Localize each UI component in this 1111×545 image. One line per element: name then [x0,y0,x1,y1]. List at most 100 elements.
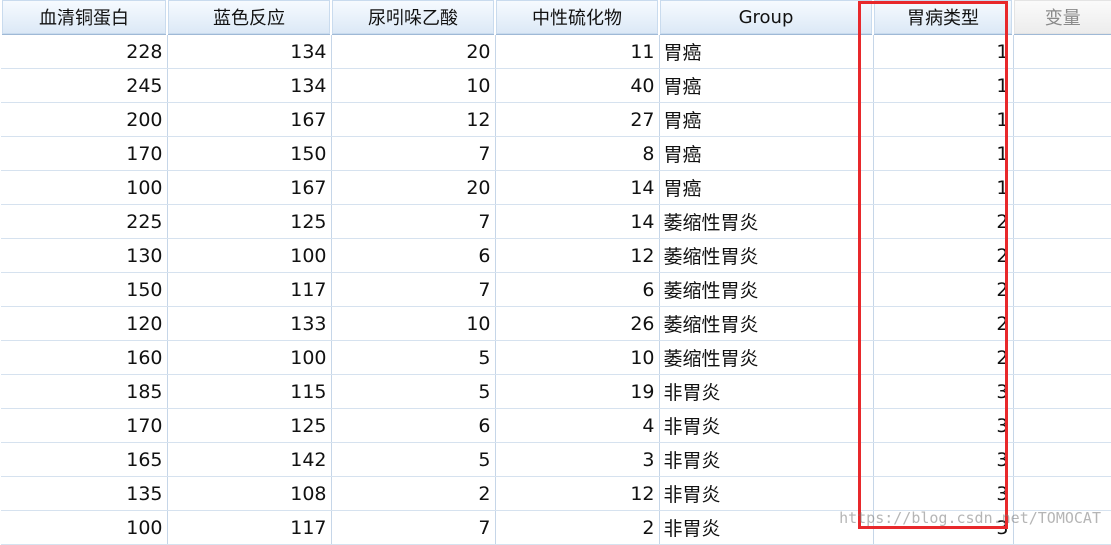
cell-serum-ceruloplasmin[interactable]: 100 [1,510,168,545]
cell-group[interactable]: 非胃炎 [659,442,874,477]
cell-gastric-disease-type[interactable]: 2 [873,238,1014,273]
cell-blue-reaction[interactable]: 133 [167,306,332,341]
cell-serum-ceruloplasmin[interactable]: 245 [1,68,168,103]
cell-gastric-disease-type[interactable]: 3 [873,476,1014,511]
cell-serum-ceruloplasmin[interactable]: 228 [1,34,168,69]
cell-urine-indoleacetic-acid[interactable]: 5 [331,374,496,409]
cell-urine-indoleacetic-acid[interactable]: 6 [331,408,496,443]
cell-urine-indoleacetic-acid[interactable]: 5 [331,340,496,375]
cell-urine-indoleacetic-acid[interactable]: 7 [331,272,496,307]
cell-urine-indoleacetic-acid[interactable]: 2 [331,476,496,511]
cell-gastric-disease-type[interactable]: 3 [873,374,1014,409]
cell-neutral-sulfide[interactable]: 2 [495,510,660,545]
cell-urine-indoleacetic-acid[interactable]: 10 [331,306,496,341]
cell-empty-variable[interactable] [1013,442,1111,477]
column-header-serum-ceruloplasmin[interactable]: 血清铜蛋白 [0,0,168,35]
cell-gastric-disease-type[interactable]: 3 [873,408,1014,443]
cell-gastric-disease-type[interactable]: 1 [873,68,1014,103]
cell-serum-ceruloplasmin[interactable]: 135 [1,476,168,511]
cell-serum-ceruloplasmin[interactable]: 130 [1,238,168,273]
cell-urine-indoleacetic-acid[interactable]: 20 [331,34,496,69]
cell-serum-ceruloplasmin[interactable]: 170 [1,408,168,443]
cell-urine-indoleacetic-acid[interactable]: 7 [331,204,496,239]
cell-neutral-sulfide[interactable]: 12 [495,238,660,273]
cell-neutral-sulfide[interactable]: 14 [495,170,660,205]
cell-blue-reaction[interactable]: 115 [167,374,332,409]
cell-empty-variable[interactable] [1013,136,1111,171]
cell-urine-indoleacetic-acid[interactable]: 7 [331,510,496,545]
cell-serum-ceruloplasmin[interactable]: 170 [1,136,168,171]
cell-group[interactable]: 胃癌 [659,102,874,137]
cell-gastric-disease-type[interactable]: 1 [873,34,1014,69]
cell-group[interactable]: 萎缩性胃炎 [659,272,874,307]
cell-empty-variable[interactable] [1013,204,1111,239]
cell-serum-ceruloplasmin[interactable]: 185 [1,374,168,409]
cell-serum-ceruloplasmin[interactable]: 160 [1,340,168,375]
cell-blue-reaction[interactable]: 142 [167,442,332,477]
cell-serum-ceruloplasmin[interactable]: 200 [1,102,168,137]
cell-blue-reaction[interactable]: 100 [167,238,332,273]
cell-urine-indoleacetic-acid[interactable]: 12 [331,102,496,137]
cell-neutral-sulfide[interactable]: 26 [495,306,660,341]
cell-empty-variable[interactable] [1013,272,1111,307]
cell-gastric-disease-type[interactable]: 2 [873,306,1014,341]
cell-gastric-disease-type[interactable]: 2 [873,340,1014,375]
cell-urine-indoleacetic-acid[interactable]: 20 [331,170,496,205]
cell-group[interactable]: 胃癌 [659,170,874,205]
cell-blue-reaction[interactable]: 108 [167,476,332,511]
column-header-group[interactable]: Group [658,0,874,35]
cell-neutral-sulfide[interactable]: 19 [495,374,660,409]
cell-empty-variable[interactable] [1013,476,1111,511]
cell-empty-variable[interactable] [1013,68,1111,103]
cell-gastric-disease-type[interactable]: 3 [873,442,1014,477]
cell-group[interactable]: 萎缩性胃炎 [659,238,874,273]
cell-blue-reaction[interactable]: 100 [167,340,332,375]
column-header-neutral-sulfide[interactable]: 中性硫化物 [494,0,660,35]
column-header-variable-placeholder[interactable]: 变量 [1012,0,1111,35]
cell-blue-reaction[interactable]: 167 [167,102,332,137]
cell-gastric-disease-type[interactable]: 2 [873,272,1014,307]
cell-blue-reaction[interactable]: 125 [167,408,332,443]
cell-empty-variable[interactable] [1013,34,1111,69]
column-header-blue-reaction[interactable]: 蓝色反应 [166,0,332,35]
cell-empty-variable[interactable] [1013,306,1111,341]
cell-serum-ceruloplasmin[interactable]: 120 [1,306,168,341]
cell-empty-variable[interactable] [1013,374,1111,409]
cell-gastric-disease-type[interactable]: 1 [873,136,1014,171]
cell-gastric-disease-type[interactable]: 2 [873,204,1014,239]
cell-group[interactable]: 非胃炎 [659,476,874,511]
cell-group[interactable]: 萎缩性胃炎 [659,340,874,375]
cell-serum-ceruloplasmin[interactable]: 150 [1,272,168,307]
cell-blue-reaction[interactable]: 134 [167,68,332,103]
cell-group[interactable]: 非胃炎 [659,408,874,443]
cell-empty-variable[interactable] [1013,408,1111,443]
cell-gastric-disease-type[interactable]: 1 [873,102,1014,137]
cell-neutral-sulfide[interactable]: 3 [495,442,660,477]
cell-urine-indoleacetic-acid[interactable]: 10 [331,68,496,103]
cell-neutral-sulfide[interactable]: 27 [495,102,660,137]
cell-empty-variable[interactable] [1013,238,1111,273]
cell-neutral-sulfide[interactable]: 14 [495,204,660,239]
cell-group[interactable]: 萎缩性胃炎 [659,306,874,341]
cell-serum-ceruloplasmin[interactable]: 225 [1,204,168,239]
cell-neutral-sulfide[interactable]: 4 [495,408,660,443]
cell-neutral-sulfide[interactable]: 11 [495,34,660,69]
cell-serum-ceruloplasmin[interactable]: 100 [1,170,168,205]
cell-blue-reaction[interactable]: 117 [167,272,332,307]
cell-neutral-sulfide[interactable]: 6 [495,272,660,307]
cell-urine-indoleacetic-acid[interactable]: 5 [331,442,496,477]
cell-group[interactable]: 胃癌 [659,68,874,103]
cell-blue-reaction[interactable]: 134 [167,34,332,69]
cell-empty-variable[interactable] [1013,340,1111,375]
cell-group[interactable]: 胃癌 [659,136,874,171]
cell-neutral-sulfide[interactable]: 12 [495,476,660,511]
cell-urine-indoleacetic-acid[interactable]: 7 [331,136,496,171]
cell-empty-variable[interactable] [1013,102,1111,137]
cell-blue-reaction[interactable]: 167 [167,170,332,205]
cell-empty-variable[interactable] [1013,170,1111,205]
cell-group[interactable]: 非胃炎 [659,374,874,409]
cell-serum-ceruloplasmin[interactable]: 165 [1,442,168,477]
cell-blue-reaction[interactable]: 125 [167,204,332,239]
cell-neutral-sulfide[interactable]: 40 [495,68,660,103]
cell-urine-indoleacetic-acid[interactable]: 6 [331,238,496,273]
